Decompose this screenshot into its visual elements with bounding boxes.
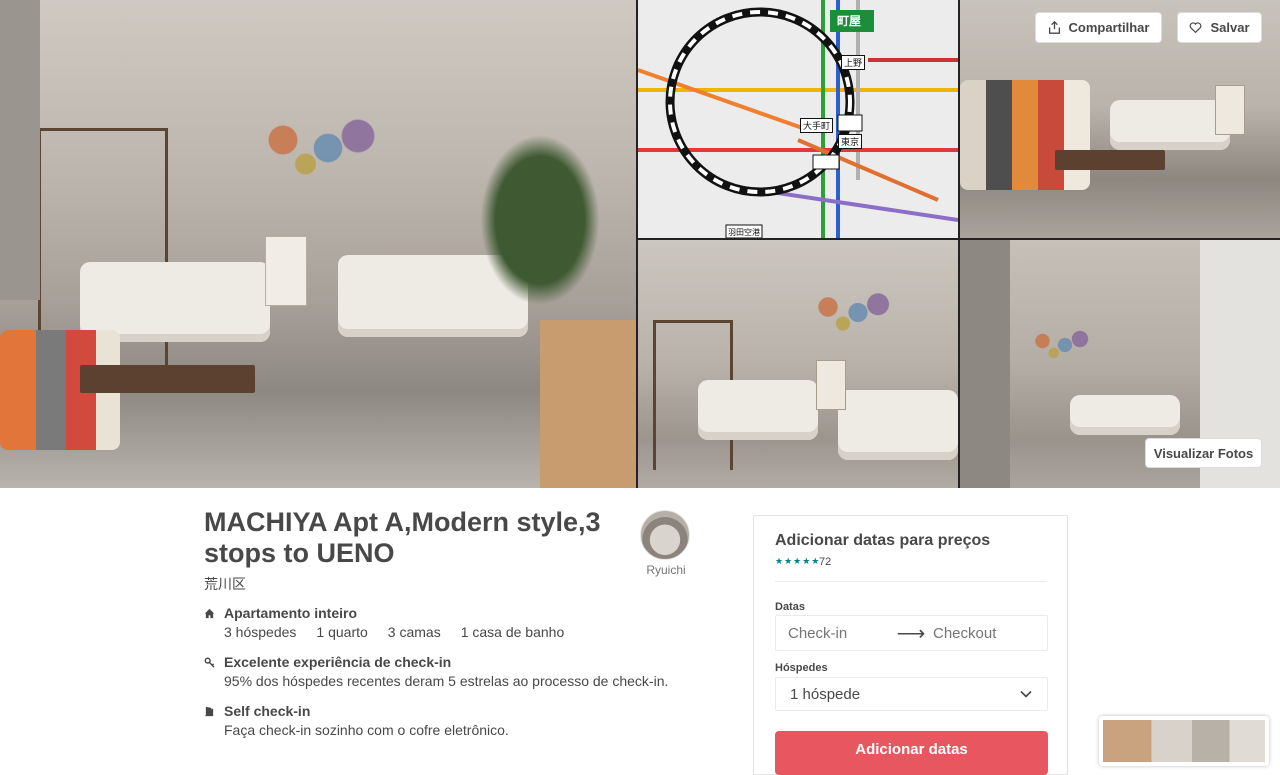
reviews-count[interactable]: 72 xyxy=(819,556,831,568)
bed-right-2 xyxy=(838,390,958,460)
nightstand-3 xyxy=(816,360,846,410)
station-label-machiya: 町屋 xyxy=(837,14,862,28)
bedroom-photo[interactable] xyxy=(638,240,958,488)
beds-count: 3 camas xyxy=(387,624,441,640)
add-dates-button[interactable]: Adicionar datas xyxy=(775,731,1048,775)
host-name: Ryuichi xyxy=(646,563,686,577)
view-photos-label: Visualizar Fotos xyxy=(1153,445,1254,461)
nightstand xyxy=(265,236,307,306)
save-button[interactable]: Salvar xyxy=(1177,12,1262,43)
photo-gallery: 町屋 上野 大手町 東京 羽田空港 Compartilhar Salvar Vi… xyxy=(0,0,1280,488)
door-icon xyxy=(204,706,216,718)
coffee-table-2 xyxy=(1055,150,1165,170)
wall-edge xyxy=(0,0,40,300)
main-photo-bedroom[interactable] xyxy=(0,0,636,488)
subway-map-photo[interactable]: 町屋 上野 大手町 東京 羽田空港 xyxy=(638,0,958,238)
bed-living xyxy=(1110,100,1230,150)
guests-value: 1 hóspede xyxy=(790,685,861,703)
bedrooms-count: 1 quarto xyxy=(316,624,368,640)
dates-label: Datas xyxy=(775,601,805,613)
bathrooms-count: 1 casa de banho xyxy=(460,624,565,640)
thumbnail-image xyxy=(1103,720,1265,762)
feature-heading: Apartamento inteiro xyxy=(224,605,358,621)
feature-description: Faça check-in sozinho com o cofre eletrô… xyxy=(224,722,509,738)
host-profile[interactable]: Ryuichi xyxy=(640,510,692,577)
listing-location[interactable]: 荒川区 xyxy=(204,574,246,594)
world-map-decal-2 xyxy=(798,285,898,340)
nightstand-2 xyxy=(1215,85,1245,135)
save-button-label: Salvar xyxy=(1210,20,1250,35)
feature-heading: Self check-in xyxy=(224,703,311,719)
colorful-sofa-2 xyxy=(960,80,1090,190)
rating-stars: ★★★★★ xyxy=(775,556,821,566)
share-icon xyxy=(1048,21,1060,34)
guests-label: Hóspedes xyxy=(775,662,828,674)
view-photos-button[interactable]: Visualizar Fotos xyxy=(1145,438,1262,468)
photo-thumbnail-preview[interactable] xyxy=(1099,716,1269,766)
world-map-decal-3 xyxy=(1020,325,1095,365)
feature-checkin-experience: Excelente experiência de check-in 95% do… xyxy=(204,654,724,689)
arrow-right-icon: ⟶ xyxy=(896,622,926,645)
station-label-otemachi: 大手町 xyxy=(800,118,834,133)
bed-left-2 xyxy=(698,380,818,440)
checkin-input[interactable]: Check-in xyxy=(776,625,891,642)
feature-description: 95% dos hóspedes recentes deram 5 estrel… xyxy=(224,673,669,689)
guests-select[interactable]: 1 hóspede xyxy=(775,677,1048,711)
divider xyxy=(775,581,1047,582)
feature-details: Faça check-in sozinho com o cofre eletrô… xyxy=(224,722,724,738)
subway-map-graphic xyxy=(638,0,958,238)
heart-icon xyxy=(1190,22,1202,34)
share-button[interactable]: Compartilhar xyxy=(1035,12,1162,43)
coffee-table xyxy=(80,365,255,393)
listing-title: MACHIYA Apt A,Modern style,3 stops to UE… xyxy=(204,507,601,568)
station-label-ueno: 上野 xyxy=(841,55,866,70)
feature-self-checkin: Self check-in Faça check-in sozinho com … xyxy=(204,703,724,738)
tv-stand xyxy=(540,320,636,488)
chevron-down-icon xyxy=(1020,690,1032,698)
station-label-haneda: 羽田空港 xyxy=(728,228,760,237)
date-range-picker: Check-in ⟶ Checkout xyxy=(775,615,1048,651)
checkout-input[interactable]: Checkout xyxy=(931,625,996,642)
world-map-decal xyxy=(238,108,388,188)
home-icon xyxy=(204,608,216,620)
feature-details: 3 hóspedes 1 quarto 3 camas 1 casa de ba… xyxy=(224,624,724,640)
plant xyxy=(470,120,610,320)
booking-card: Adicionar datas para preços ★★★★★ 72 Dat… xyxy=(753,515,1068,775)
feature-entire-apartment: Apartamento inteiro 3 hóspedes 1 quarto … xyxy=(204,605,724,640)
wall-edge-2 xyxy=(960,240,1010,488)
host-avatar[interactable] xyxy=(640,510,690,560)
bed-wide xyxy=(1070,395,1180,435)
booking-card-title: Adicionar datas para preços xyxy=(775,532,991,549)
guests-count: 3 hóspedes xyxy=(224,624,297,640)
feature-details: 95% dos hóspedes recentes deram 5 estrel… xyxy=(224,673,724,689)
key-icon xyxy=(204,657,216,669)
feature-heading: Excelente experiência de check-in xyxy=(224,654,452,670)
share-button-label: Compartilhar xyxy=(1068,20,1150,35)
station-label-tokyo: 東京 xyxy=(838,134,863,149)
